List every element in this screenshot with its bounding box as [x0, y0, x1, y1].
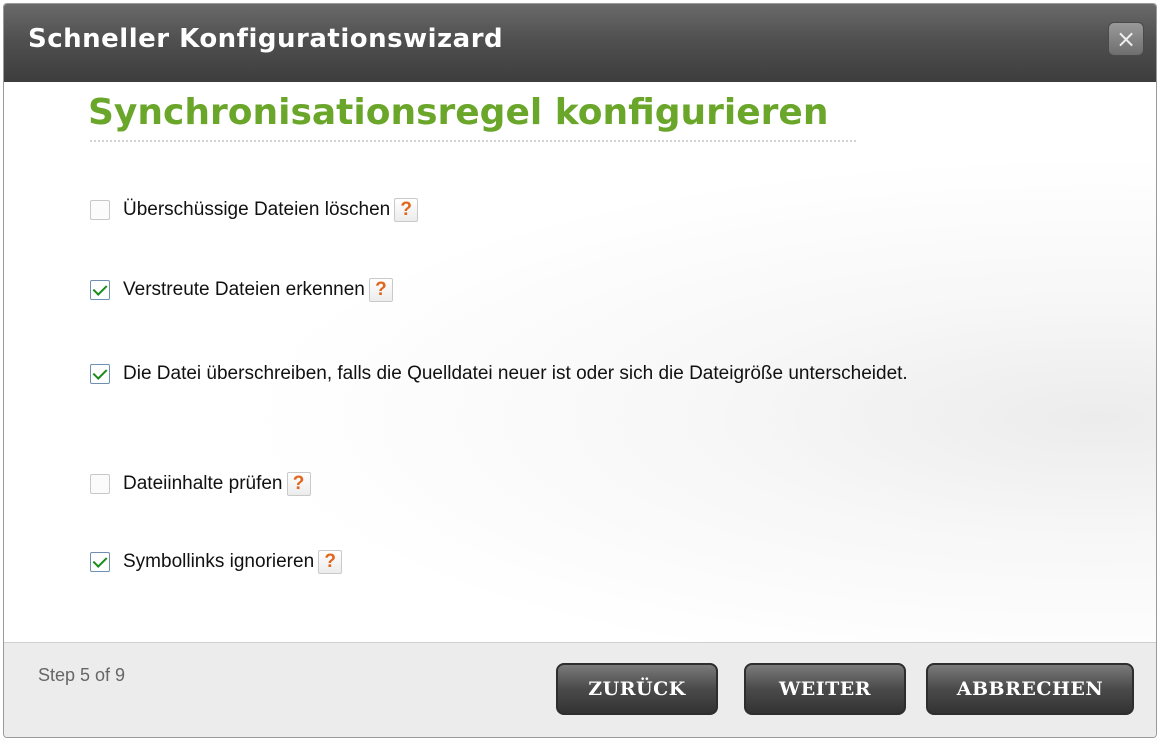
- checkbox-delete-extra-files[interactable]: [90, 200, 110, 220]
- help-icon[interactable]: ?: [368, 278, 393, 302]
- option-detect-sparse-files[interactable]: Verstreute Dateien erkennen ?: [90, 278, 393, 302]
- option-label: Dateiinhalte prüfen: [123, 473, 283, 494]
- option-delete-extra-files[interactable]: Überschüssige Dateien löschen ?: [90, 198, 419, 222]
- option-label: Symbollinks ignorieren: [123, 551, 315, 572]
- option-label: Die Datei überschreiben, falls die Quell…: [123, 363, 908, 384]
- close-button[interactable]: ×: [1108, 22, 1144, 56]
- option-overwrite-if-newer[interactable]: Die Datei überschreiben, falls die Quell…: [90, 362, 983, 386]
- option-label: Überschüssige Dateien löschen: [123, 199, 391, 220]
- help-icon[interactable]: ?: [394, 198, 419, 222]
- next-button[interactable]: WEITER: [744, 663, 906, 715]
- close-icon: ×: [1115, 25, 1137, 53]
- wizard-dialog: Schneller Konfigurationswizard × Synchro…: [3, 3, 1157, 738]
- option-ignore-symlinks[interactable]: Symbollinks ignorieren ?: [90, 550, 343, 574]
- checkbox-overwrite-if-newer[interactable]: [90, 364, 110, 384]
- title-bar: Schneller Konfigurationswizard ×: [4, 4, 1156, 82]
- option-check-file-contents[interactable]: Dateiinhalte prüfen ?: [90, 472, 311, 496]
- wizard-footer: Step 5 of 9 ZURÜCK WEITER ABBRECHEN: [4, 642, 1156, 737]
- checkbox-detect-sparse-files[interactable]: [90, 280, 110, 300]
- dotted-divider: [90, 140, 856, 142]
- step-indicator: Step 5 of 9: [38, 665, 126, 685]
- page-title: Synchronisationsregel konfigurieren: [88, 92, 829, 133]
- window-title: Schneller Konfigurationswizard: [28, 24, 504, 54]
- wizard-content: Synchronisationsregel konfigurieren Über…: [4, 82, 1156, 642]
- back-button[interactable]: ZURÜCK: [556, 663, 718, 715]
- option-label: Verstreute Dateien erkennen: [123, 279, 365, 300]
- checkbox-ignore-symlinks[interactable]: [90, 552, 110, 572]
- help-icon[interactable]: ?: [286, 472, 311, 496]
- checkbox-check-file-contents[interactable]: [90, 474, 110, 494]
- help-icon[interactable]: ?: [318, 550, 343, 574]
- cancel-button[interactable]: ABBRECHEN: [926, 663, 1134, 715]
